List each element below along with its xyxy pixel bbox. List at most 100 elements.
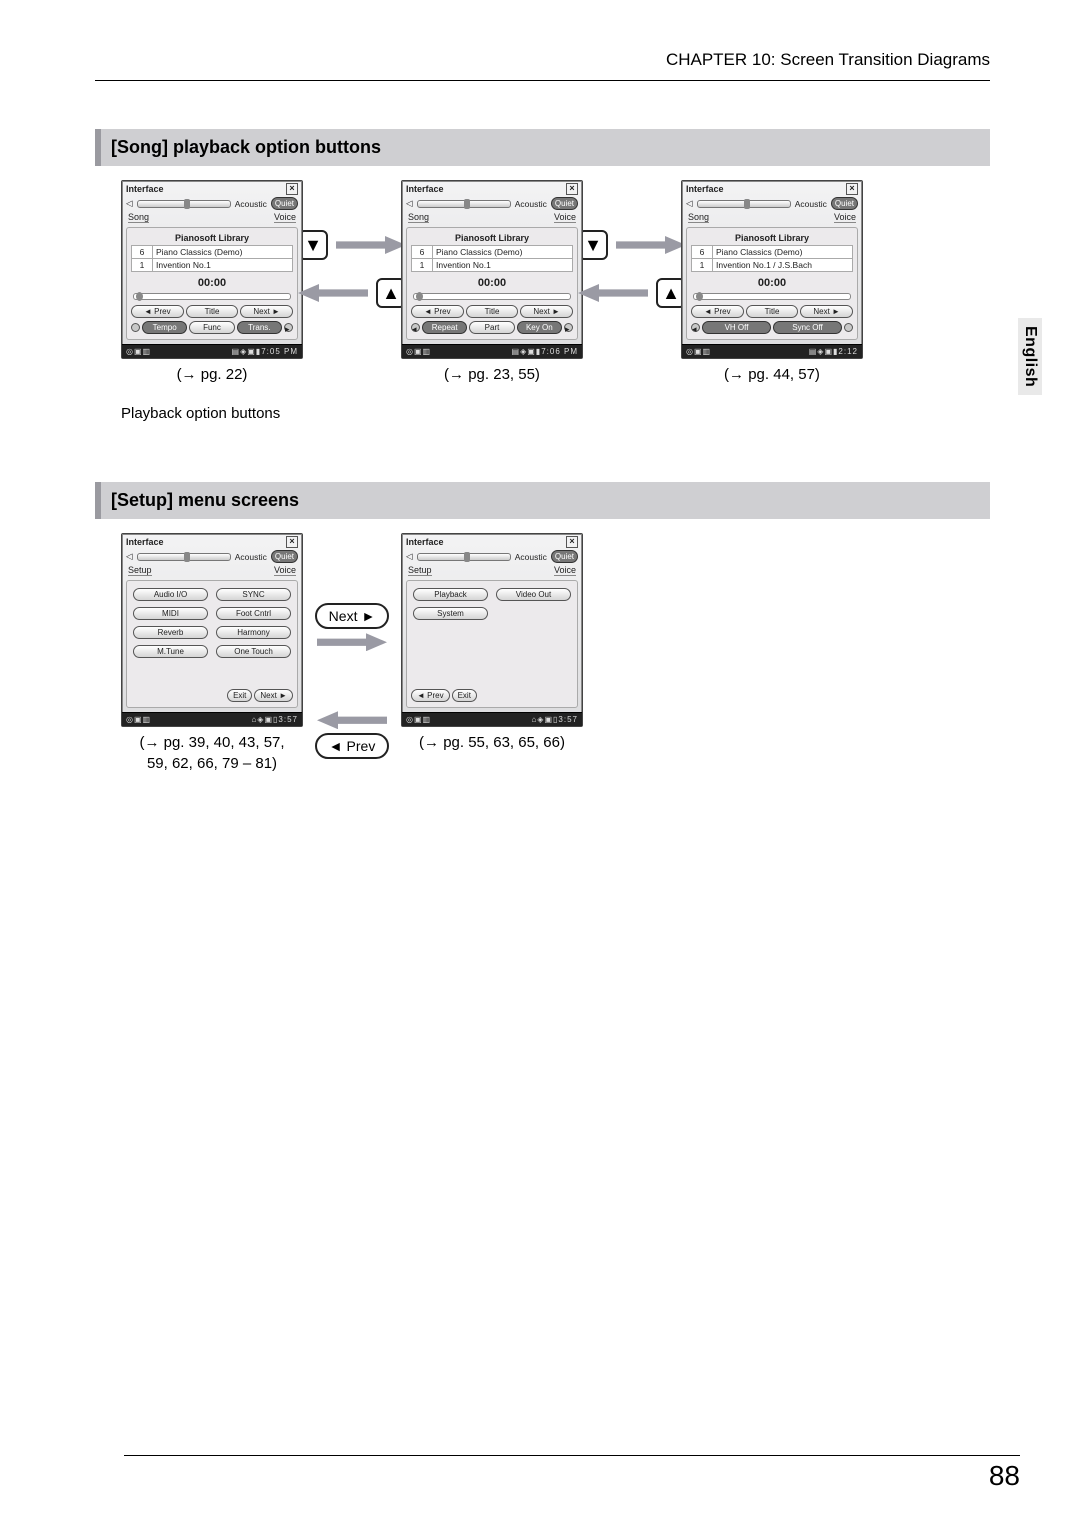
exit-button[interactable]: Exit (452, 689, 477, 702)
arrow-col-bc: ▼ ▲ (583, 180, 681, 308)
progress-slider[interactable] (693, 293, 851, 300)
library-title: Pianosoft Library (131, 231, 293, 245)
setup-system[interactable]: System (413, 607, 488, 620)
mode-acoustic[interactable]: Acoustic (515, 199, 547, 209)
prev-button[interactable]: ◄ Prev (131, 305, 184, 318)
mode-quiet[interactable]: Quiet (271, 550, 298, 563)
mode-acoustic[interactable]: Acoustic (795, 199, 827, 209)
page-dot[interactable]: ▸ (564, 323, 573, 332)
arrow-left-icon (317, 711, 387, 729)
progress-slider[interactable] (133, 293, 291, 300)
status-icons: ◎▣▥ (126, 347, 151, 356)
prev-button[interactable]: ◄ Prev (411, 689, 450, 702)
window-title: Interface (686, 184, 724, 194)
close-icon[interactable]: × (566, 183, 578, 195)
caption-b: (→ pg. 23, 55) (444, 365, 540, 385)
volume-slider[interactable] (417, 553, 511, 561)
song-col-c: Interface × ◁ Acoustic Quiet Song Voice … (681, 180, 863, 385)
volume-slider[interactable] (137, 553, 231, 561)
elapsed-time: 00:00 (411, 275, 573, 291)
volume-slider[interactable] (697, 200, 791, 208)
setup-midi[interactable]: MIDI (133, 607, 208, 620)
caption-a: (→ pg. 22) (177, 365, 248, 385)
status-icons: ▤◈▣▮7:06 PM (512, 347, 578, 356)
setup-audio-io[interactable]: Audio I/O (133, 588, 208, 601)
setup-mtune[interactable]: M.Tune (133, 645, 208, 658)
tempo-button[interactable]: Tempo (142, 321, 187, 334)
close-icon[interactable]: × (846, 183, 858, 195)
next-button[interactable]: Next ► (254, 689, 293, 702)
caption-setup-b: (→ pg. 55, 63, 65, 66) (419, 733, 565, 753)
tab-song[interactable]: Song (128, 212, 149, 223)
title-button[interactable]: Title (466, 305, 519, 318)
func-button[interactable]: Func (189, 321, 234, 334)
mode-acoustic[interactable]: Acoustic (515, 552, 547, 562)
syncoff-button[interactable]: Sync Off (773, 321, 842, 334)
elapsed-time: 00:00 (691, 275, 853, 291)
arrow-left-icon (298, 284, 368, 302)
status-icons: ◎▣▥ (406, 715, 431, 724)
page-dot[interactable]: ◂ (411, 323, 420, 332)
page-dot[interactable]: ◂ (691, 323, 700, 332)
mode-acoustic[interactable]: Acoustic (235, 552, 267, 562)
page-dot (131, 323, 140, 332)
setup-playback[interactable]: Playback (413, 588, 488, 601)
next-button[interactable]: Next ► (800, 305, 853, 318)
progress-slider[interactable] (413, 293, 571, 300)
status-icons: ▤◈▣▮2:12 (809, 347, 858, 356)
arrow-col-setup: Next ► ◄ Prev (303, 533, 401, 759)
tab-song[interactable]: Song (408, 212, 429, 223)
trans-button[interactable]: Trans. (237, 321, 282, 334)
keyon-button[interactable]: Key On (517, 321, 562, 334)
mode-quiet[interactable]: Quiet (551, 550, 578, 563)
vhoff-button[interactable]: VH Off (702, 321, 771, 334)
title-button[interactable]: Title (746, 305, 799, 318)
volume-slider[interactable] (417, 200, 511, 208)
setup-footcntrl[interactable]: Foot Cntrl (216, 607, 291, 620)
prev-button[interactable]: ◄ Prev (411, 305, 464, 318)
tab-voice[interactable]: Voice (554, 212, 576, 223)
vol-min-icon: ◁ (406, 198, 413, 209)
setup-videoout[interactable]: Video Out (496, 588, 571, 601)
close-icon[interactable]: × (286, 536, 298, 548)
tab-voice[interactable]: Voice (554, 565, 576, 576)
mode-quiet[interactable]: Quiet (271, 197, 298, 210)
setup-screen-b: Interface × ◁ Acoustic Quiet Setup Voice… (401, 533, 583, 727)
repeat-button[interactable]: Repeat (422, 321, 467, 334)
exit-button[interactable]: Exit (227, 689, 252, 702)
tab-voice[interactable]: Voice (274, 565, 296, 576)
tab-setup[interactable]: Setup (408, 565, 432, 576)
song-col-b: Interface × ◁ Acoustic Quiet Song Voice … (401, 180, 583, 385)
next-button[interactable]: Next ► (240, 305, 293, 318)
mode-quiet[interactable]: Quiet (831, 197, 858, 210)
mode-quiet[interactable]: Quiet (551, 197, 578, 210)
prev-nav-pill[interactable]: ◄ Prev (315, 733, 390, 759)
prev-button[interactable]: ◄ Prev (691, 305, 744, 318)
close-icon[interactable]: × (566, 536, 578, 548)
volume-slider[interactable] (137, 200, 231, 208)
tab-song[interactable]: Song (688, 212, 709, 223)
status-icons: ⌂◈▣▯3:57 (531, 715, 578, 724)
close-icon[interactable]: × (286, 183, 298, 195)
vol-min-icon: ◁ (126, 551, 133, 562)
next-button[interactable]: Next ► (520, 305, 573, 318)
setup-col-b: Interface × ◁ Acoustic Quiet Setup Voice… (401, 533, 583, 753)
setup-onetouch[interactable]: One Touch (216, 645, 291, 658)
section-title-song: [Song] playback option buttons (95, 129, 990, 166)
arrow-col-ab: ▼ ▲ (303, 180, 401, 308)
arrow-right-icon (336, 236, 406, 254)
tab-setup[interactable]: Setup (128, 565, 152, 576)
tab-voice[interactable]: Voice (834, 212, 856, 223)
part-button[interactable]: Part (469, 321, 514, 334)
setup-reverb[interactable]: Reverb (133, 626, 208, 639)
setup-harmony[interactable]: Harmony (216, 626, 291, 639)
arrow-right-icon (317, 633, 387, 651)
tab-voice[interactable]: Voice (274, 212, 296, 223)
setup-col-a: Interface × ◁ Acoustic Quiet Setup Voice… (121, 533, 303, 774)
song-screen-b: Interface × ◁ Acoustic Quiet Song Voice … (401, 180, 583, 359)
next-nav-pill[interactable]: Next ► (315, 603, 390, 629)
title-button[interactable]: Title (186, 305, 239, 318)
page-dot[interactable]: ▸ (284, 323, 293, 332)
setup-sync[interactable]: SYNC (216, 588, 291, 601)
mode-acoustic[interactable]: Acoustic (235, 199, 267, 209)
